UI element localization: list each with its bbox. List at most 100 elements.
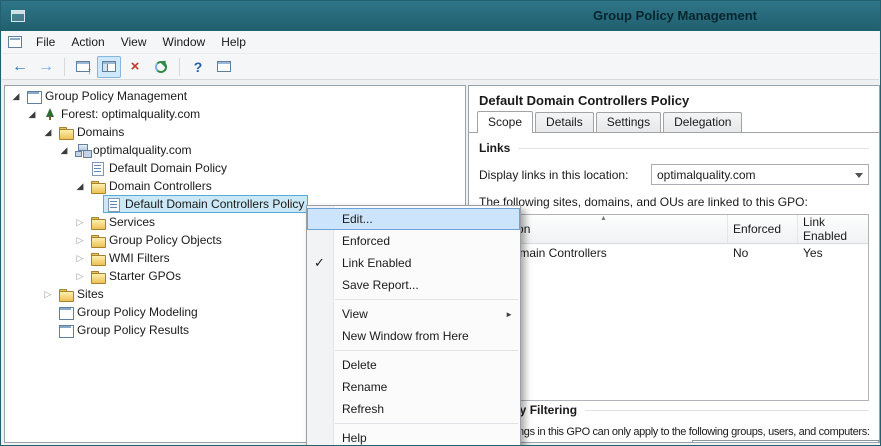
links-listview: ▲ Location Enforced Link Enabled Domain … bbox=[479, 214, 869, 401]
tree-item-label: Starter GPOs bbox=[109, 269, 181, 283]
menu-item-new-window-from-here[interactable]: New Window from Here bbox=[307, 325, 520, 347]
menu-separator bbox=[335, 350, 518, 351]
menubar: File Action View Window Help bbox=[2, 31, 879, 53]
ou-folder-icon bbox=[91, 180, 106, 193]
refresh-icon bbox=[155, 61, 167, 73]
tree-item-domain-optimalquality[interactable]: optimalquality.com bbox=[5, 141, 465, 159]
back-arrow-icon: ← bbox=[12, 59, 28, 75]
toolbar-separator bbox=[179, 58, 180, 76]
tree-item-label: Group Policy Modeling bbox=[77, 305, 198, 319]
help-icon: ? bbox=[194, 60, 203, 74]
menu-item-view[interactable]: View bbox=[307, 303, 520, 325]
modeling-icon bbox=[59, 306, 74, 319]
menu-action[interactable]: Action bbox=[63, 32, 112, 52]
console-icon bbox=[27, 90, 42, 103]
expand-arrow-icon[interactable] bbox=[73, 177, 87, 195]
listview-header: ▲ Location Enforced Link Enabled bbox=[480, 215, 868, 244]
up-one-level-button[interactable]: ↑ bbox=[71, 56, 95, 78]
sites-folder-icon bbox=[59, 288, 74, 301]
column-header-enforced[interactable]: Enforced bbox=[728, 215, 798, 243]
app-icon[interactable] bbox=[11, 10, 25, 22]
expand-arrow-icon[interactable] bbox=[25, 105, 39, 123]
location-value: optimalquality.com bbox=[657, 168, 755, 182]
gpo-folder-icon bbox=[91, 234, 106, 247]
column-header-link-enabled[interactable]: Link Enabled bbox=[798, 215, 868, 243]
menu-item-rename[interactable]: Rename bbox=[307, 376, 520, 398]
toolbar: ← → ↑ × ? bbox=[2, 53, 879, 80]
menu-item-refresh[interactable]: Refresh bbox=[307, 398, 520, 420]
titlebar[interactable]: Group Policy Management bbox=[1, 1, 880, 31]
forest-icon bbox=[43, 108, 58, 121]
console-tree-icon bbox=[102, 61, 116, 72]
results-pane: Default Domain Controllers Policy Scope … bbox=[468, 85, 880, 443]
tree-item-label: Services bbox=[109, 215, 155, 229]
security-filtering-heading: Security Filtering bbox=[479, 403, 869, 417]
menu-item-enforced[interactable]: Enforced bbox=[307, 230, 520, 252]
cell-enforced: No bbox=[728, 246, 798, 260]
tab-delegation[interactable]: Delegation bbox=[663, 112, 742, 132]
snapin-icon[interactable] bbox=[8, 36, 22, 48]
menu-file[interactable]: File bbox=[28, 32, 63, 52]
expand-arrow-icon[interactable] bbox=[73, 249, 87, 267]
forward-arrow-icon: → bbox=[38, 59, 54, 75]
chevron-down-icon[interactable] bbox=[855, 173, 863, 178]
expand-arrow-icon[interactable] bbox=[9, 87, 23, 105]
delete-button[interactable]: × bbox=[123, 56, 147, 78]
export-list-button[interactable] bbox=[212, 56, 236, 78]
menu-item-edit[interactable]: Edit... bbox=[307, 208, 520, 230]
tree-item-default-domain-policy[interactable]: Default Domain Policy bbox=[5, 159, 465, 177]
tab-strip: Scope Details Settings Delegation bbox=[469, 111, 879, 132]
tree-item-forest[interactable]: Forest: optimalquality.com bbox=[5, 105, 465, 123]
expand-arrow-icon[interactable] bbox=[57, 141, 71, 159]
help-button[interactable]: ? bbox=[186, 56, 210, 78]
table-row-domain-controllers[interactable]: Domain Controllers No Yes bbox=[480, 244, 868, 262]
tree-item-label: Default Domain Controllers Policy bbox=[125, 197, 304, 211]
tree-item-domain-controllers[interactable]: Domain Controllers bbox=[5, 177, 465, 195]
location-combobox[interactable]: optimalquality.com bbox=[651, 164, 869, 185]
back-button[interactable]: ← bbox=[8, 56, 32, 78]
menu-item-delete[interactable]: Delete bbox=[307, 354, 520, 376]
expand-arrow-icon[interactable] bbox=[73, 213, 87, 231]
tree-item-label: Sites bbox=[77, 287, 104, 301]
domains-folder-icon bbox=[59, 126, 74, 139]
expand-arrow-icon[interactable] bbox=[73, 231, 87, 249]
delete-x-icon: × bbox=[131, 59, 140, 74]
links-section-heading: Links bbox=[479, 141, 869, 155]
tree-item-label: Domains bbox=[77, 125, 124, 139]
tree-item-label: Group Policy Results bbox=[77, 323, 189, 337]
gpmc-window: Group Policy Management File Action View… bbox=[0, 0, 881, 446]
security-filtering-description: The settings in this GPO can only apply … bbox=[479, 426, 869, 438]
show-console-tree-button[interactable] bbox=[97, 56, 121, 78]
tab-details[interactable]: Details bbox=[535, 112, 594, 132]
menu-window[interactable]: Window bbox=[155, 32, 214, 52]
menu-item-link-enabled[interactable]: Link Enabled bbox=[307, 252, 520, 274]
menu-item-save-report[interactable]: Save Report... bbox=[307, 274, 520, 296]
menu-item-help[interactable]: Help bbox=[307, 427, 520, 446]
export-list-icon bbox=[217, 61, 231, 72]
tree-item-domains[interactable]: Domains bbox=[5, 123, 465, 141]
security-filtering-list[interactable] bbox=[692, 440, 879, 442]
checkmark-icon bbox=[314, 255, 325, 271]
window-title: Group Policy Management bbox=[593, 8, 757, 23]
tab-scope[interactable]: Scope bbox=[477, 111, 533, 133]
selected-tree-node: Default Domain Controllers Policy bbox=[103, 195, 308, 213]
expand-arrow-icon[interactable] bbox=[41, 285, 55, 303]
tree-item-label: Domain Controllers bbox=[109, 179, 212, 193]
cell-link-enabled: Yes bbox=[798, 246, 868, 260]
forward-button[interactable]: → bbox=[34, 56, 58, 78]
tree-item-group-policy-management[interactable]: Group Policy Management bbox=[5, 87, 465, 105]
menu-help[interactable]: Help bbox=[213, 32, 254, 52]
expand-arrow-icon[interactable] bbox=[73, 267, 87, 285]
tree-item-label: Default Domain Policy bbox=[109, 161, 227, 175]
ou-folder-icon bbox=[91, 216, 106, 229]
tree-item-label: optimalquality.com bbox=[93, 143, 191, 157]
tab-settings[interactable]: Settings bbox=[596, 112, 661, 132]
gpo-folder-icon bbox=[91, 270, 106, 283]
sort-ascending-icon: ▲ bbox=[600, 215, 607, 222]
tree-item-label: Group Policy Management bbox=[45, 89, 187, 103]
menu-view[interactable]: View bbox=[113, 32, 155, 52]
expand-arrow-icon[interactable] bbox=[41, 123, 55, 141]
scope-tab-page: Links Display links in this location: op… bbox=[469, 132, 879, 442]
refresh-button[interactable] bbox=[149, 56, 173, 78]
domain-icon bbox=[75, 144, 90, 157]
